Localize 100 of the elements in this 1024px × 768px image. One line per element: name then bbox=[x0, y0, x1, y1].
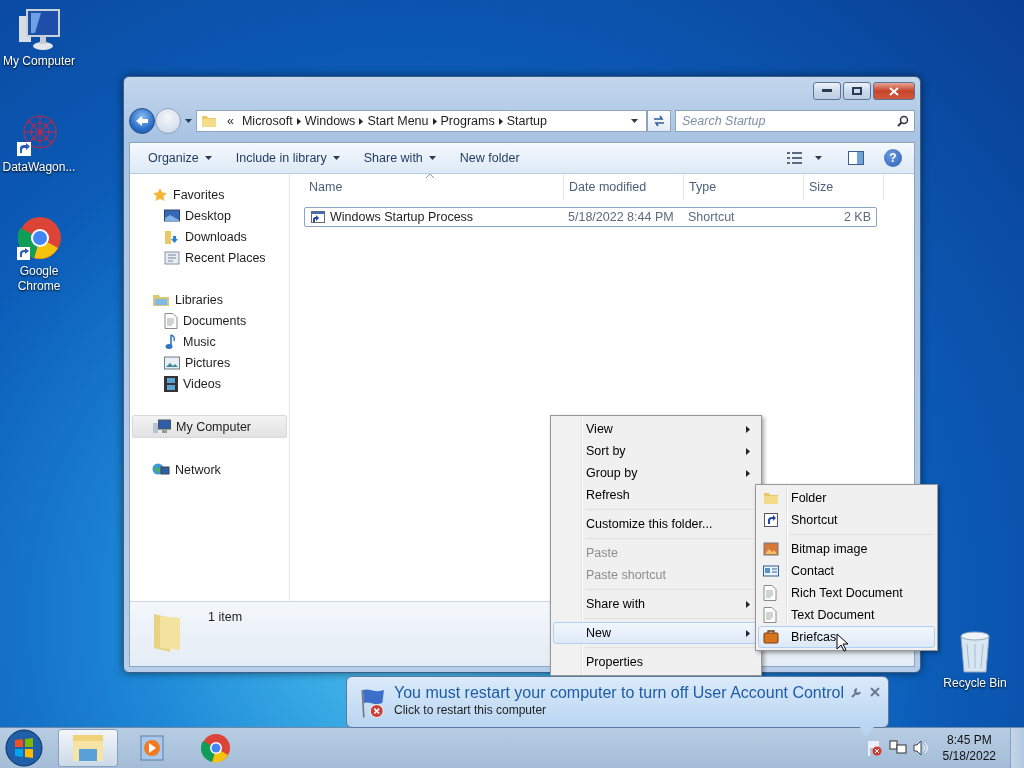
start-button[interactable] bbox=[2, 729, 46, 767]
folder-icon bbox=[763, 490, 779, 506]
menu-item[interactable]: Text Document bbox=[758, 604, 935, 626]
refresh-button[interactable] bbox=[647, 110, 671, 132]
nav-item[interactable]: Pictures bbox=[132, 352, 287, 373]
speaker-icon[interactable] bbox=[912, 740, 929, 756]
icon-label: Google Chrome bbox=[16, 264, 62, 294]
menu-item[interactable]: Share with bbox=[553, 593, 759, 615]
column-header[interactable]: Size bbox=[804, 174, 884, 200]
desktop-icon bbox=[164, 208, 180, 223]
nav-item[interactable]: Videos bbox=[132, 373, 287, 394]
menu-item[interactable]: Shortcut bbox=[758, 509, 935, 531]
computer-icon bbox=[153, 418, 171, 435]
clock-date: 5/18/2022 bbox=[942, 748, 996, 764]
dropdown-caret-icon bbox=[631, 119, 638, 123]
history-caret-icon bbox=[185, 119, 192, 123]
breadcrumb[interactable]: Startup bbox=[502, 114, 551, 128]
action-center-flag-icon[interactable] bbox=[866, 739, 883, 757]
minimize-button[interactable] bbox=[813, 82, 841, 100]
overflow-chevrons[interactable]: « bbox=[223, 114, 238, 128]
shortcut-file-icon bbox=[310, 209, 326, 225]
chevron-icon bbox=[746, 447, 750, 455]
column-header[interactable]: Type bbox=[684, 174, 804, 200]
menu-item[interactable]: Customize this folder... bbox=[553, 513, 759, 535]
icon-label: My Computer bbox=[3, 54, 75, 69]
notification-text: Click to restart this computer bbox=[394, 703, 548, 717]
toolbar-button[interactable]: Share with bbox=[351, 147, 448, 169]
nav-item[interactable]: Network bbox=[132, 459, 287, 480]
menu-item[interactable]: Folder bbox=[758, 487, 935, 509]
close-icon bbox=[889, 86, 899, 96]
toolbar-button[interactable]: Include in library bbox=[223, 147, 352, 169]
briefcase-icon bbox=[763, 629, 779, 645]
nav-item[interactable]: Documents bbox=[132, 310, 287, 331]
contact-card-icon bbox=[763, 563, 779, 579]
chevron-icon bbox=[746, 425, 750, 433]
nav-item[interactable]: Downloads bbox=[132, 226, 287, 247]
menu-item[interactable]: Properties bbox=[553, 651, 759, 673]
caret-icon bbox=[332, 156, 340, 160]
preview-pane-icon bbox=[848, 151, 864, 165]
menu-item[interactable]: Group by bbox=[553, 462, 759, 484]
menu-item[interactable]: Bitmap image bbox=[758, 538, 935, 560]
download-folder-icon bbox=[164, 228, 180, 245]
menu-item[interactable]: Sort by bbox=[553, 440, 759, 462]
computer-icon bbox=[17, 8, 61, 52]
column-header[interactable]: Name bbox=[304, 174, 564, 200]
chrome-icon bbox=[201, 733, 231, 763]
bitmap-image-icon bbox=[763, 541, 779, 557]
menu-item[interactable]: View bbox=[553, 418, 759, 440]
chevron-icon bbox=[296, 117, 301, 125]
nav-item[interactable]: Desktop bbox=[132, 205, 287, 226]
chevron-icon bbox=[432, 117, 437, 125]
clock-time: 8:45 PM bbox=[946, 732, 992, 748]
taskbar-button[interactable] bbox=[58, 729, 118, 767]
media-player-icon bbox=[139, 734, 165, 762]
refresh-icon bbox=[652, 115, 666, 127]
breadcrumb[interactable]: Microsoft bbox=[237, 114, 297, 128]
address-bar[interactable]: « Microsoft Windows Start Menu Programs Startup bbox=[196, 110, 647, 132]
back-button[interactable] bbox=[129, 108, 155, 134]
search-icon bbox=[897, 115, 909, 127]
nav-item[interactable]: Favorites bbox=[132, 184, 287, 205]
nav-item[interactable]: Recent Places bbox=[132, 247, 287, 268]
notification-title: You must restart your computer to turn off User Account Control bbox=[394, 683, 844, 703]
caret-icon bbox=[428, 156, 436, 160]
music-note-icon bbox=[164, 333, 178, 350]
wrench-icon bbox=[850, 687, 862, 699]
nav-item[interactable]: My Computer bbox=[132, 415, 287, 438]
menu-item[interactable]: Rich Text Document bbox=[758, 582, 935, 604]
caret-icon bbox=[204, 156, 212, 160]
text-document-icon bbox=[763, 607, 777, 623]
recent-places-icon bbox=[164, 249, 180, 266]
nav-item[interactable]: Music bbox=[132, 331, 287, 352]
mouse-cursor-icon bbox=[836, 632, 849, 652]
icon-label: DataWagon... bbox=[2, 160, 76, 175]
maximize-button[interactable] bbox=[843, 82, 871, 100]
file-name: Windows Startup Process bbox=[330, 210, 474, 224]
network-icon bbox=[152, 461, 170, 478]
close-icon bbox=[870, 687, 880, 697]
size-cell-text: 2 KB bbox=[842, 210, 872, 224]
search-field[interactable]: Search Startup bbox=[675, 110, 915, 132]
column-header[interactable]: Date modified bbox=[564, 174, 684, 200]
chevron-icon bbox=[359, 117, 364, 125]
chevron-icon bbox=[746, 469, 750, 477]
toolbar-button[interactable]: New folder bbox=[447, 147, 532, 169]
document-icon bbox=[164, 312, 178, 329]
chevron-icon bbox=[498, 117, 503, 125]
close-button[interactable] bbox=[873, 82, 915, 100]
chrome-icon bbox=[16, 216, 62, 262]
network-icon[interactable] bbox=[888, 740, 907, 756]
nav-item[interactable]: Libraries bbox=[132, 289, 287, 310]
chevron-icon bbox=[746, 600, 750, 608]
folder-icon bbox=[71, 733, 105, 763]
picture-icon bbox=[164, 355, 180, 370]
chevron-icon bbox=[746, 629, 750, 637]
menu-item[interactable]: Refresh bbox=[553, 484, 759, 506]
breadcrumb[interactable]: Windows bbox=[300, 114, 360, 128]
breadcrumb[interactable]: Programs bbox=[436, 114, 499, 128]
menu-item[interactable]: Contact bbox=[758, 560, 935, 582]
file-row[interactable]: Windows Startup Process 5/18/2022 8:44 PM Shortcut 2 KB bbox=[304, 207, 877, 227]
toolbar-button[interactable]: Organize bbox=[136, 147, 224, 169]
breadcrumb[interactable]: Start Menu bbox=[363, 114, 433, 128]
